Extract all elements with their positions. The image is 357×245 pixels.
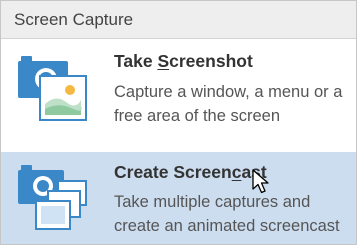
camera-screencast-icon xyxy=(16,163,88,238)
mouse-pointer-icon xyxy=(252,169,272,200)
menu-header-title: Screen Capture xyxy=(14,9,134,29)
menu-item-description: Take multiple captures and create an ani… xyxy=(114,193,340,235)
menu-item-description: Capture a window, a menu or a free area … xyxy=(114,83,343,125)
menu-header: Screen Capture xyxy=(1,1,356,39)
camera-photo-icon xyxy=(16,54,88,129)
menu-item-create-screencast[interactable]: Create Screencast Take multiple captures… xyxy=(1,152,356,244)
screen-capture-menu: Screen Capture Take Screenshot Capture a… xyxy=(0,0,357,245)
menu-item-title: Take Screenshot xyxy=(114,51,253,71)
menu-item-take-screenshot[interactable]: Take Screenshot Capture a window, a menu… xyxy=(1,40,356,142)
menu-item-title: Create Screencast xyxy=(114,162,267,182)
